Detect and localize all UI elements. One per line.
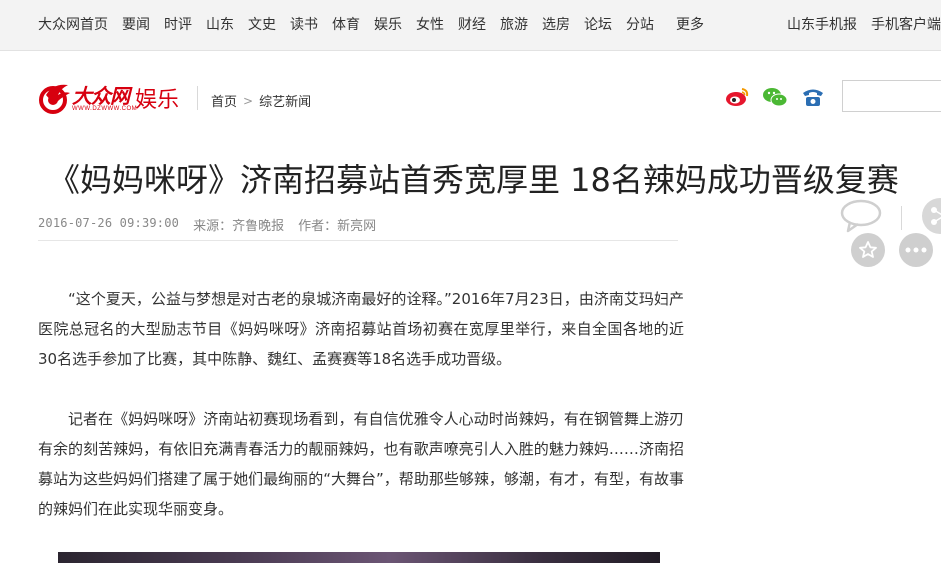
header-divider [197, 86, 198, 110]
article-body: “这个夏天，公益与梦想是对古老的泉城济南最好的诠释。”2016年7月23日，由济… [38, 284, 684, 554]
article-date: 2016-07-26 09:39:00 [38, 216, 180, 230]
phone-icon[interactable] [800, 84, 826, 110]
search-input[interactable] [842, 80, 941, 112]
nav-item-branches[interactable]: 分站 [626, 14, 654, 34]
breadcrumb-home[interactable]: 首页 [211, 91, 237, 110]
nav-item-sports[interactable]: 体育 [332, 14, 360, 34]
mobile-client-link[interactable]: 手机客户端 [871, 14, 941, 34]
nav-item-housing[interactable]: 选房 [542, 14, 570, 34]
breadcrumb-separator: > [243, 93, 254, 108]
site-logo[interactable]: 大众网 WWW.DZWWW.COM 娱乐 [38, 78, 179, 118]
nav-item-commentary[interactable]: 时评 [164, 14, 192, 34]
favorite-icon[interactable] [851, 233, 885, 267]
tool-divider [901, 206, 902, 230]
nav-item-entertainment[interactable]: 娱乐 [374, 14, 402, 34]
nav-item-more[interactable]: 更多 [676, 14, 704, 34]
article-author: 作者：新亮网 [298, 219, 377, 234]
weibo-icon[interactable] [724, 84, 750, 110]
nav-item-news[interactable]: 要闻 [122, 14, 150, 34]
logo-mark-icon [38, 81, 72, 115]
comment-icon[interactable] [840, 198, 882, 234]
nav-item-women[interactable]: 女性 [416, 14, 444, 34]
article-paragraph-2: 记者在《妈妈咪呀》济南站初赛现场看到，有自信优雅令人心动时尚辣妈，有在钢管舞上游… [38, 410, 684, 518]
wechat-icon[interactable] [762, 84, 788, 110]
nav-item-home[interactable]: 大众网首页 [38, 14, 108, 34]
logo-brand-text: 大众网 [72, 83, 130, 108]
top-nav-bar: 大众网首页 要闻 时评 山东 文史 读书 体育 娱乐 女性 财经 旅游 选房 论… [0, 0, 941, 51]
logo-url-text: WWW.DZWWW.COM [72, 106, 138, 112]
top-right-links: 山东手机报 手机客户端 [787, 14, 941, 34]
top-nav: 大众网首页 要闻 时评 山东 文史 读书 体育 娱乐 女性 财经 旅游 选房 论… [38, 14, 718, 34]
nav-item-shandong[interactable]: 山东 [206, 14, 234, 34]
nav-item-travel[interactable]: 旅游 [500, 14, 528, 34]
more-icon[interactable] [899, 233, 933, 267]
nav-item-reading[interactable]: 读书 [290, 14, 318, 34]
share-icon[interactable] [922, 198, 941, 234]
article-photo [58, 552, 660, 563]
article-meta: 2016-07-26 09:39:00 来源：齐鲁晚报 作者：新亮网 [38, 215, 376, 234]
social-share-icons [724, 84, 826, 110]
nav-item-finance[interactable]: 财经 [458, 14, 486, 34]
nav-item-forum[interactable]: 论坛 [584, 14, 612, 34]
meta-divider [38, 240, 678, 241]
site-header: 大众网 WWW.DZWWW.COM 娱乐 首页 > 综艺新闻 [0, 52, 941, 124]
section-name[interactable]: 娱乐 [135, 82, 179, 114]
breadcrumb: 首页 > 综艺新闻 [211, 91, 311, 111]
article-source: 来源：齐鲁晚报 [193, 219, 285, 234]
nav-item-history[interactable]: 文史 [248, 14, 276, 34]
article-title: 《妈妈咪呀》济南招募站首秀宽厚里 18名辣妈成功晋级复赛 [48, 161, 899, 200]
breadcrumb-current[interactable]: 综艺新闻 [259, 91, 311, 110]
article-paragraph-1: “这个夏天，公益与梦想是对古老的泉城济南最好的诠释。”2016年7月23日，由济… [38, 290, 684, 368]
mobile-paper-link[interactable]: 山东手机报 [787, 14, 857, 34]
